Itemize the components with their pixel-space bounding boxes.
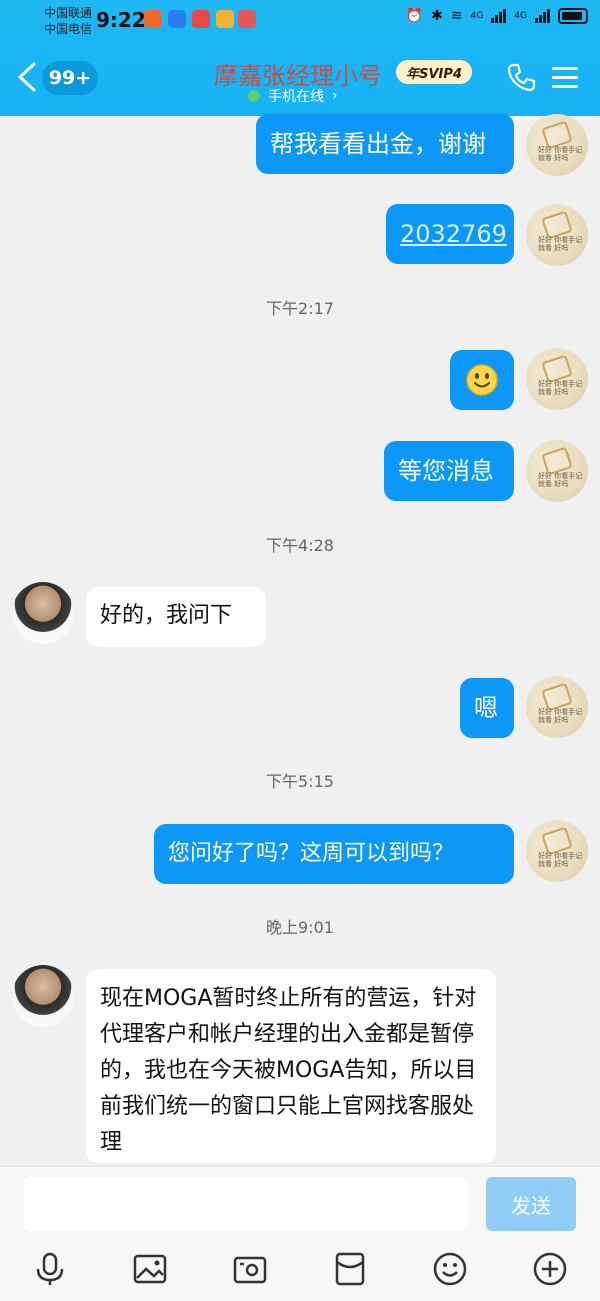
message-bubble-self[interactable]: 嗯 bbox=[460, 678, 514, 738]
send-button[interactable]: 发送 bbox=[486, 1177, 576, 1231]
message-input[interactable] bbox=[24, 1177, 468, 1231]
back-arrow-icon[interactable] bbox=[16, 62, 38, 92]
my-avatar[interactable]: 好好 你看手记 就看 好吗 bbox=[526, 348, 588, 410]
my-avatar[interactable]: 好好 你看手记 就看 好吗 bbox=[526, 820, 588, 882]
shopping-app-icon bbox=[216, 10, 234, 28]
online-status-label: 手机在线 bbox=[268, 89, 324, 105]
chevron-right-icon: › bbox=[332, 88, 338, 104]
message-bubble-self[interactable]: 等您消息 bbox=[384, 441, 514, 501]
message-link[interactable]: 2032769 bbox=[386, 204, 514, 264]
contact-avatar[interactable] bbox=[12, 582, 74, 644]
huawei-app-icon bbox=[238, 10, 256, 28]
composer-bar: 发送 bbox=[0, 1166, 600, 1301]
red-packet-icon[interactable] bbox=[332, 1251, 368, 1287]
bluetooth-icon: ✱ bbox=[431, 8, 443, 24]
network-2-label: 4G bbox=[514, 11, 527, 21]
message-emoji-bubble[interactable] bbox=[450, 350, 514, 410]
battery-icon bbox=[558, 8, 588, 24]
online-status[interactable]: 手机在线 › bbox=[248, 86, 338, 106]
signal-2-icon bbox=[535, 9, 550, 23]
camera-icon[interactable] bbox=[232, 1251, 268, 1287]
alarm-icon: ⏰ bbox=[405, 8, 424, 24]
timestamp: 下午5:15 bbox=[266, 772, 334, 791]
plus-icon[interactable] bbox=[532, 1251, 568, 1287]
my-avatar[interactable]: 好好 你看手记 就看 好吗 bbox=[526, 204, 588, 266]
smile-emoji-icon bbox=[466, 364, 498, 396]
message-bubble-other[interactable]: 好的，我问下 bbox=[86, 587, 266, 647]
weather-app-icon bbox=[168, 10, 186, 28]
menu-icon[interactable] bbox=[552, 66, 578, 90]
signal-1-icon bbox=[491, 9, 507, 23]
message-bubble-other[interactable]: 现在MOGA暂时终止所有的营运，针对代理客户和帐户经理的出入金都是暂停的，我也在… bbox=[86, 969, 496, 1163]
my-avatar[interactable]: 好好 你看手记 就看 好吗 bbox=[526, 114, 588, 176]
online-dot-icon bbox=[248, 90, 260, 102]
carrier-2: 中国电信 bbox=[44, 22, 93, 36]
clock: 9:22 bbox=[96, 8, 146, 32]
timestamp: 晚上9:01 bbox=[266, 918, 334, 937]
contact-avatar[interactable] bbox=[12, 965, 74, 1027]
carrier-1: 中国联通 bbox=[44, 6, 93, 20]
phone-icon[interactable] bbox=[506, 62, 536, 92]
message-bubble-self[interactable]: 帮我看看出金，谢谢 bbox=[256, 114, 514, 174]
reader-app-icon bbox=[192, 10, 210, 28]
my-avatar[interactable]: 好好 你看手记 就看 好吗 bbox=[526, 676, 588, 738]
network-1-label: 4G bbox=[470, 11, 484, 21]
system-status: ⏰ ✱ ≋ 4G 4G bbox=[406, 8, 588, 24]
timestamp: 下午4:28 bbox=[266, 536, 334, 555]
image-icon[interactable] bbox=[132, 1251, 168, 1287]
timestamp: 下午2:17 bbox=[266, 299, 334, 318]
my-avatar[interactable]: 好好 你看手记 就看 好吗 bbox=[526, 440, 588, 502]
emoji-icon[interactable] bbox=[432, 1251, 468, 1287]
chat-header: 中国联通 中国电信 9:22 ⏰ ✱ ≋ 4G 4G 99+ 摩嘉张经理小号 年… bbox=[0, 0, 600, 116]
wifi-icon: ≋ bbox=[450, 8, 463, 24]
microphone-icon[interactable] bbox=[32, 1251, 68, 1287]
unread-count-badge[interactable]: 99+ bbox=[42, 61, 98, 95]
svip-badge[interactable]: 年SVIP4 bbox=[396, 60, 472, 84]
message-bubble-self[interactable]: 您问好了吗？这周可以到吗？ bbox=[154, 824, 514, 884]
app-notification-icon bbox=[144, 10, 162, 28]
